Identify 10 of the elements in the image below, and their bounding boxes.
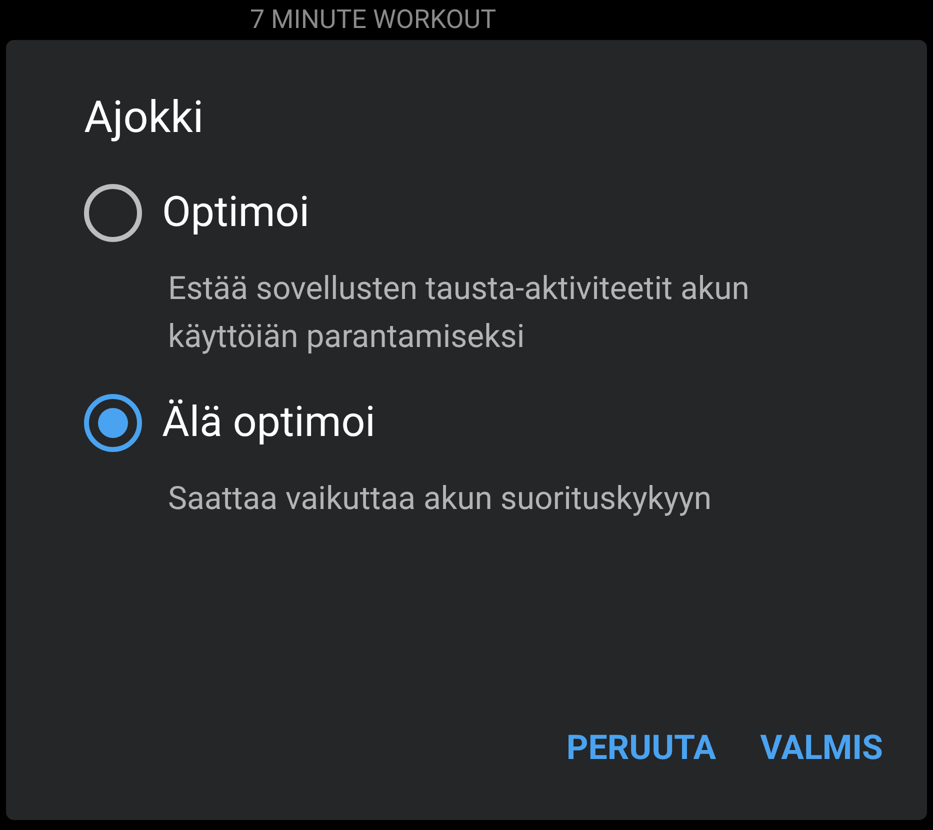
app-title: 7 MINUTE WORKOUT [250, 7, 496, 33]
dialog-title: Ajokki [84, 95, 205, 139]
radio-button[interactable] [84, 394, 142, 452]
radio-button[interactable] [84, 184, 142, 242]
radio-option[interactable]: Älä optimoi [84, 394, 883, 452]
dialog-button[interactable]: PERUUTA [566, 731, 716, 765]
dialog-button[interactable]: VALMIS [760, 731, 883, 765]
option-description: Estää sovellusten tausta-aktiviteetit akun käyttöiän parantamiseksi [168, 268, 750, 357]
radio-option[interactable]: Optimoi [84, 184, 883, 242]
option-description: Saattaa vaikuttaa akun suorituskykyyn [168, 478, 713, 519]
